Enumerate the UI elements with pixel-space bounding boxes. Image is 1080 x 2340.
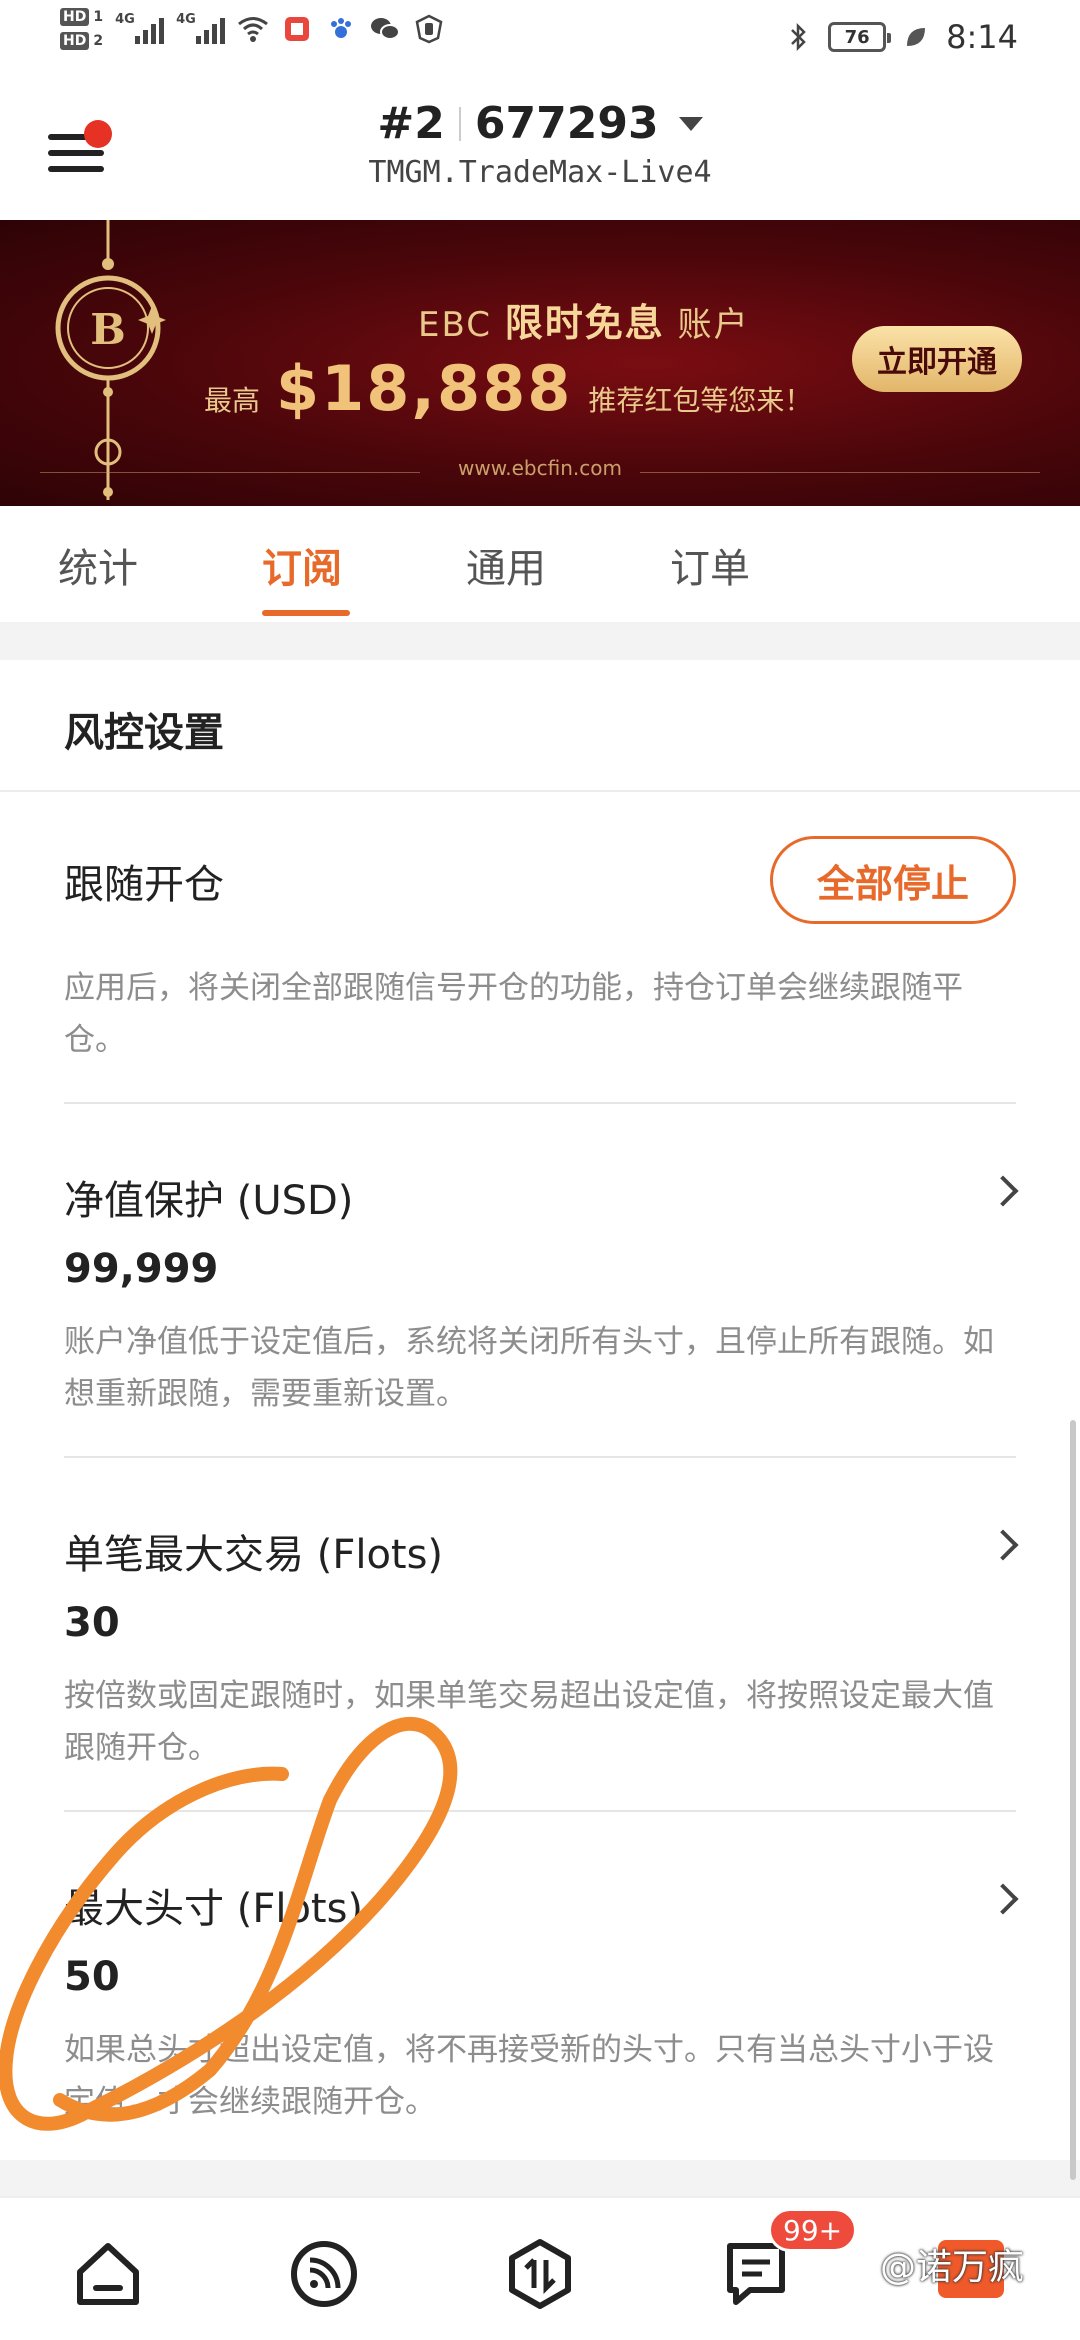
wechat-icon — [369, 13, 401, 45]
account-number: 677293 — [474, 98, 659, 149]
battery-icon: 76 — [828, 22, 892, 52]
chevron-right-icon — [987, 1883, 1019, 1915]
scrollbar[interactable] — [1070, 1420, 1076, 2180]
open-account-button[interactable]: 立即开通 — [852, 326, 1022, 392]
banner-amount: $18,888 — [276, 352, 573, 425]
hd-badge: HD — [60, 8, 90, 26]
tab-subscription[interactable]: 订阅 — [262, 536, 342, 594]
signal-icon: 4G — [176, 12, 226, 44]
shield-hand-icon — [413, 13, 445, 45]
promo-banner[interactable]: B EBC 限时免息 账户 最高 $18,888 推荐红包等您来！ 立即开通 w… — [0, 220, 1080, 506]
tab-general[interactable]: 通用 — [466, 536, 546, 594]
hd-badge: HD — [60, 32, 90, 50]
status-bar: HD 1 HD 2 4G 4G 76 8:14 — [0, 0, 1080, 80]
server-name: TMGM.TradeMax-Live4 — [368, 155, 712, 190]
paw-icon — [325, 13, 357, 45]
banner-url: www.ebcfin.com — [458, 456, 622, 480]
app-header: #2 677293 TMGM.TradeMax-Live4 — [0, 80, 1080, 220]
wifi-icon — [237, 13, 269, 45]
account-index: #2 — [377, 98, 445, 149]
account-selector[interactable]: #2 677293 TMGM.TradeMax-Live4 — [0, 98, 1080, 190]
max-trade-title: 单笔最大交易 (Flots) — [64, 1532, 444, 1578]
bluetooth-icon — [782, 21, 814, 53]
section-title: 风控设置 — [64, 710, 224, 756]
unread-badge: 99+ — [768, 2208, 858, 2252]
max-position-value: 50 — [64, 1954, 120, 2000]
active-tab-indicator — [262, 610, 350, 616]
app-notification-icon — [281, 13, 313, 45]
home-icon[interactable] — [68, 2234, 148, 2314]
max-position-desc: 如果总头寸超出设定值，将不再接受新的头寸。只有当总头寸小于设定值，才会继续跟随开… — [64, 2032, 994, 2120]
signal-icon: 4G — [115, 12, 165, 44]
signal-feed-icon[interactable] — [284, 2234, 364, 2314]
tab-bar: 统计 订阅 通用 订单 — [0, 506, 1080, 622]
banner-offer: 最高 $18,888 推荐红包等您来！ — [204, 352, 813, 425]
equity-protection-title: 净值保护 (USD) — [64, 1178, 354, 1224]
banner-headline: EBC 限时免息 账户 — [418, 301, 750, 345]
equity-protection-desc: 账户净值低于设定值后，系统将关闭所有头寸，且停止所有跟随。如想重新跟随，需要重新… — [64, 1324, 994, 1412]
max-trade-value: 30 — [64, 1600, 120, 1646]
bottom-nav: 99+ @诺万疯 — [0, 2196, 1080, 2340]
watermark: @诺万疯 — [880, 2247, 1025, 2288]
risk-settings-card: 风控设置 跟随开仓 全部停止 应用后，将关闭全部跟随信号开仓的功能，持仓订单会继… — [0, 660, 1080, 2160]
tab-stats[interactable]: 统计 — [58, 536, 138, 594]
equity-protection-value: 99,999 — [64, 1246, 219, 1292]
follow-open-title: 跟随开仓 — [64, 862, 224, 908]
follow-open-desc: 应用后，将关闭全部跟随信号开仓的功能，持仓订单会继续跟随平仓。 — [64, 970, 963, 1058]
svg-text:B: B — [90, 305, 126, 354]
max-trade-desc: 按倍数或固定跟随时，如果单笔交易超出设定值，将按照设定最大值跟随开仓。 — [64, 1678, 994, 1766]
clock: 8:14 — [946, 18, 1018, 56]
stop-all-button[interactable]: 全部停止 — [770, 836, 1016, 924]
leaf-icon — [900, 21, 932, 53]
chevron-right-icon — [987, 1529, 1019, 1561]
chevron-right-icon — [987, 1175, 1019, 1207]
max-position-title: 最大头寸 (Flots) — [64, 1886, 364, 1932]
trade-icon[interactable] — [500, 2234, 580, 2314]
tab-orders[interactable]: 订单 — [670, 536, 750, 594]
chevron-down-icon[interactable] — [678, 116, 703, 131]
